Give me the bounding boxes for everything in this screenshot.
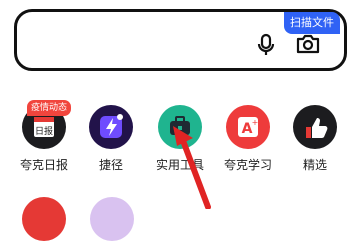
shortcut-label: 精选 (302, 158, 327, 172)
red-pointer-arrow (173, 126, 211, 209)
study-a-icon: A + (226, 105, 270, 149)
shortcut-jiejing[interactable]: 捷径 (76, 105, 146, 172)
next-row-shortcut[interactable] (22, 197, 66, 241)
epidemic-news-badge: 疫情动态 (27, 100, 72, 116)
next-row-shortcut[interactable] (90, 197, 134, 241)
shortcut-label: 夸克学习 (223, 158, 272, 172)
shortcut-featured[interactable]: 精选 (280, 105, 350, 172)
lightning-shortcut-icon (89, 105, 133, 149)
shortcut-label: 捷径 (98, 158, 123, 172)
shortcut-quark-study[interactable]: A + 夸克学习 (213, 105, 283, 172)
svg-text:日报: 日报 (35, 125, 53, 137)
shortcut-label: 夸克日报 (19, 158, 68, 172)
svg-text:+: + (252, 118, 259, 127)
thumbs-up-icon (293, 105, 337, 149)
